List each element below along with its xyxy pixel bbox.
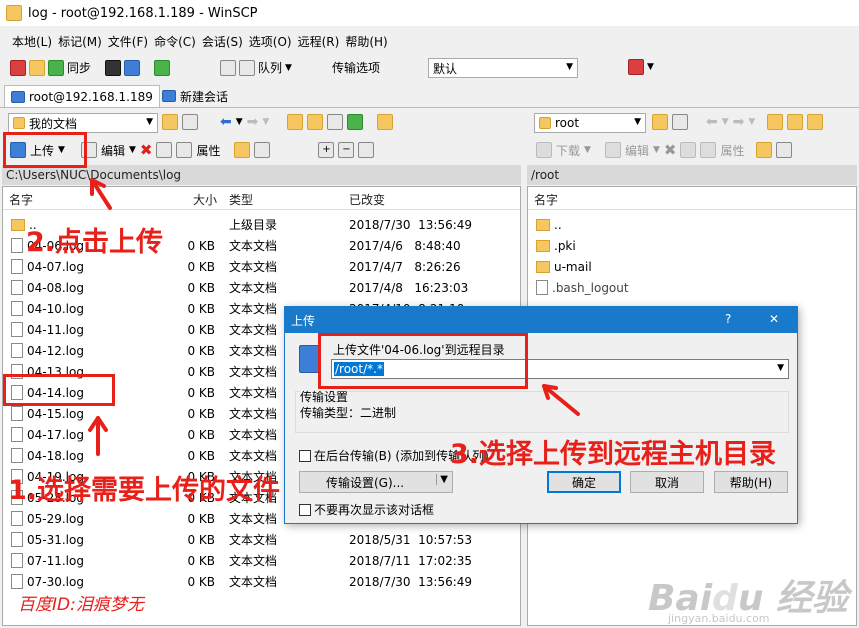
arrow-to-dialog (542, 384, 580, 416)
annotation-step2: 2.点击上传 (26, 227, 164, 258)
annotation-step1: 1.选择需要上传的文件 (8, 475, 281, 506)
author-signature: 百度ID:泪痕梦无 (18, 595, 144, 615)
annotation-step3: 3.选择上传到远程主机目录 (450, 439, 777, 470)
annotation-arrows (88, 178, 580, 456)
